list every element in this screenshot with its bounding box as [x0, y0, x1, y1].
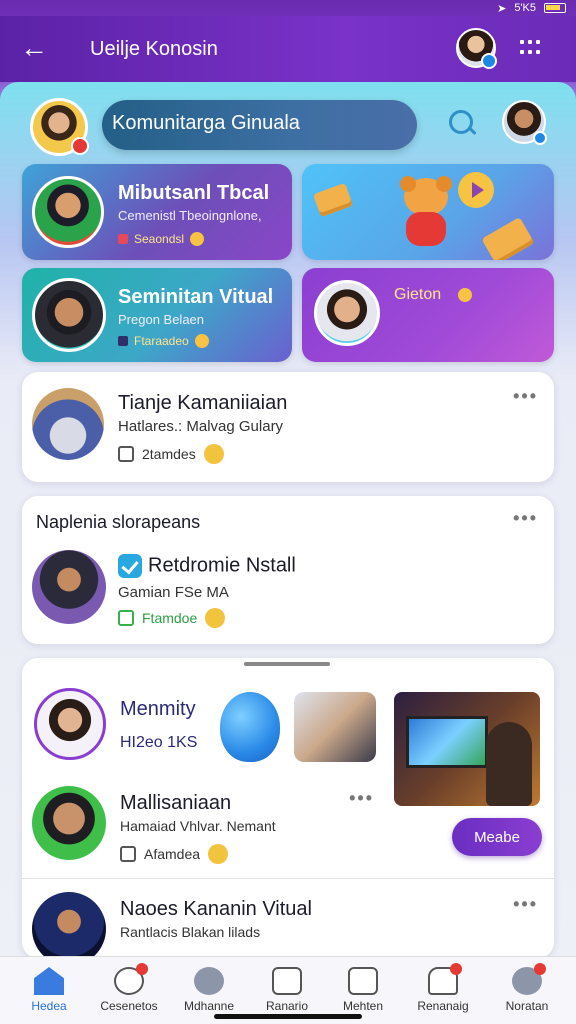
community-name: Mallisaniaan [120, 792, 232, 814]
tag-icon [118, 234, 128, 244]
community-name: Menmity [120, 698, 196, 720]
community-meta: 2tamdes [118, 444, 224, 464]
community-count: HI2eo 1KS [120, 734, 198, 751]
members-icon [118, 446, 134, 462]
location-icon: ➤ [497, 2, 507, 15]
notification-dot [136, 963, 148, 975]
community-description: Hatlares.: Malvag Gulary [118, 418, 284, 435]
person-icon [194, 967, 224, 995]
friend-avatar[interactable] [502, 100, 547, 145]
coin-icon [205, 608, 226, 628]
tile-subtitle: Cemenistl Tbeoingnlone, [118, 208, 262, 223]
tile-title: Gieton [394, 286, 442, 303]
section-title: Naplenia slorapeans [36, 512, 201, 532]
app-header: ← Ueilje Konosin [0, 16, 576, 82]
notification-badge-icon [71, 137, 89, 155]
verified-badge-icon [481, 53, 497, 69]
feature-tile-2[interactable] [302, 164, 554, 260]
members-icon [120, 846, 136, 862]
nav-gallery[interactable]: Ranario [252, 967, 322, 1013]
verified-badge-icon [533, 131, 547, 145]
notification-dot [450, 963, 462, 975]
nav-comments[interactable]: Cesenetos [94, 963, 164, 1013]
community-avatar [32, 892, 106, 966]
tile-meta: Ftaraadeo [118, 334, 209, 348]
grid-menu-icon[interactable] [520, 40, 544, 58]
bell-icon [428, 963, 462, 995]
community-avatar [32, 388, 104, 460]
nav-account[interactable]: Noratan [492, 963, 562, 1013]
community-card-2[interactable]: Naplenia slorapeans ••• Retdromie Nstall… [22, 496, 554, 644]
community-meta: Afamdea [120, 844, 229, 864]
play-icon [458, 172, 494, 208]
community-avatar [32, 786, 106, 860]
tile-avatar [32, 176, 104, 248]
status-bar: ➤ 5'K5 [0, 0, 576, 16]
home-icon [34, 967, 64, 995]
signal-text: 5'K5 [514, 2, 536, 14]
notification-dot [534, 963, 546, 975]
nav-profile[interactable]: Mdhanne [174, 967, 244, 1013]
chat-icon [114, 963, 148, 995]
tag-icon [118, 336, 128, 346]
user-avatar[interactable] [30, 98, 89, 156]
more-options-icon[interactable]: ••• [513, 508, 538, 529]
hand-icon [458, 288, 472, 302]
more-options-icon[interactable]: ••• [513, 386, 538, 407]
cheese-icon [312, 182, 354, 218]
tile-title: Mibutsanl Tbcal [118, 182, 270, 204]
community-search-field[interactable]: Komunitarga Ginuala [102, 100, 417, 150]
search-field-text: Komunitarga Ginuala [112, 112, 300, 134]
coin-icon [203, 444, 224, 464]
account-icon [512, 963, 546, 995]
drag-handle[interactable] [244, 662, 330, 666]
video-thumbnail[interactable] [394, 692, 540, 806]
profile-avatar[interactable] [456, 28, 497, 69]
members-icon [118, 610, 134, 626]
community-list-sheet: Menmity HI2eo 1KS Mallisaniaan ••• Hamai… [22, 658, 554, 966]
tile-title: Seminitan Vitual [118, 286, 274, 308]
tile-subtitle: Pregon Belaen [118, 312, 205, 327]
community-description: Hamaiad Vhlvar. Nemant [120, 818, 276, 834]
community-description: Gamian FSe MA [118, 584, 229, 601]
coin-icon [208, 844, 229, 864]
community-card-1[interactable]: Tianje Kamaniiaian ••• Hatlares.: Malvag… [22, 372, 554, 482]
verified-icon [118, 554, 142, 578]
cheese-icon [481, 217, 535, 260]
search-icon[interactable] [445, 106, 479, 140]
feature-tile-3[interactable]: Seminitan Vitual Pregon Belaen Ftaraadeo [22, 268, 292, 362]
community-name: Naoes Kananin Vitual [120, 898, 312, 920]
tile-avatar [32, 278, 106, 352]
status-icons: ➤ 5'K5 [497, 0, 566, 16]
community-description: Rantlacis Blakan lilads [120, 924, 261, 940]
home-indicator [214, 1014, 362, 1019]
monitor-icon [348, 967, 378, 995]
main-content: Komunitarga Ginuala Mibutsanl Tbcal Ceme… [0, 82, 576, 966]
more-options-icon[interactable]: ••• [513, 894, 538, 915]
nav-notifications[interactable]: Renanaig [408, 963, 478, 1013]
nav-home[interactable]: Hedea [14, 967, 84, 1013]
nav-media[interactable]: Mehten [328, 967, 398, 1013]
image-icon [272, 967, 302, 995]
community-name: Retdromie Nstall [118, 554, 296, 578]
blob-avatar [220, 692, 280, 762]
community-avatar [32, 550, 106, 624]
page-title: Ueilje Konosin [90, 38, 218, 60]
bear-mascot [394, 176, 458, 250]
back-arrow-icon[interactable]: ← [20, 34, 50, 64]
more-options-icon[interactable]: ••• [349, 788, 374, 809]
member-button[interactable]: Meabe [452, 818, 542, 856]
community-meta: Ftamdoe [118, 608, 226, 628]
community-avatar [34, 688, 106, 760]
coin-icon [190, 232, 205, 246]
tile-meta: Seaondsl [118, 232, 205, 246]
feature-tile-1[interactable]: Mibutsanl Tbcal Cemenistl Tbeoingnlone, … [22, 164, 292, 260]
tile-avatar [314, 280, 380, 346]
feature-tile-4[interactable]: Gieton [302, 268, 554, 362]
search-row: Komunitarga Ginuala [30, 98, 550, 156]
coin-icon [194, 334, 209, 348]
battery-icon [544, 3, 566, 13]
community-name: Tianje Kamaniiaian [118, 392, 288, 414]
group-photo [294, 692, 376, 762]
